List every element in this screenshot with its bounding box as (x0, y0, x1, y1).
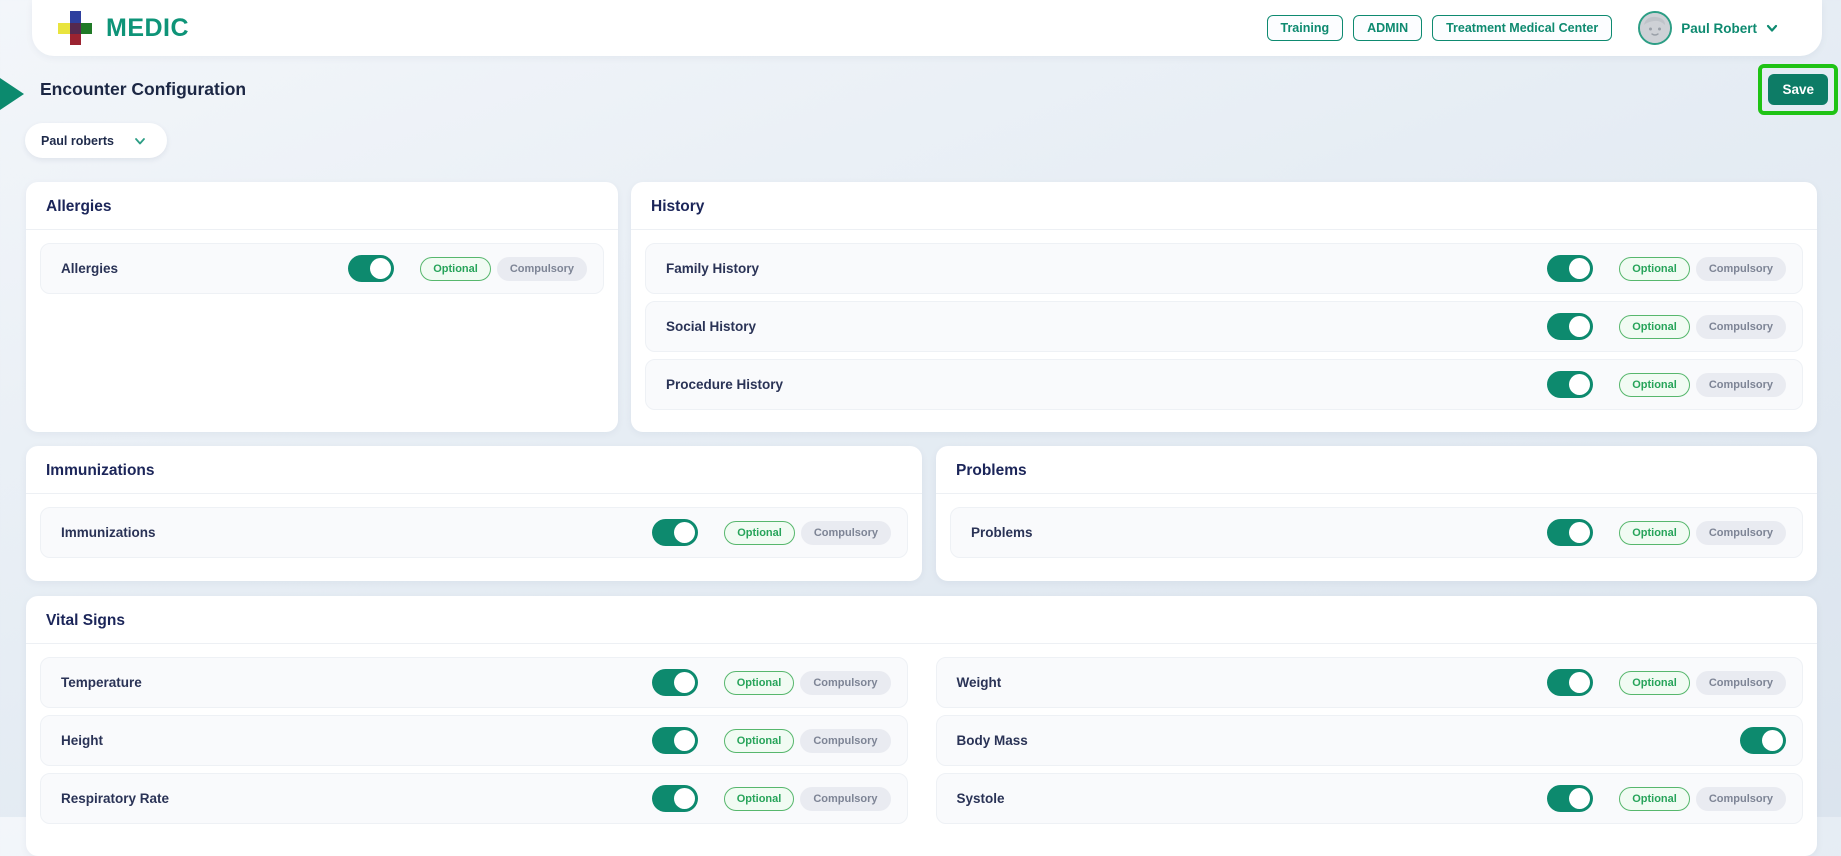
config-row-label: Allergies (61, 261, 119, 276)
optional-badge[interactable]: Optional (1619, 670, 1690, 695)
brand[interactable]: MEDIC (58, 11, 189, 45)
save-button-highlight-box: Save (1758, 63, 1838, 115)
config-row-label: Weight (956, 675, 1002, 690)
compulsory-badge[interactable]: Compulsory (1695, 786, 1786, 811)
config-row-respiratory-rate: Respiratory Rate Optional Compulsory (40, 773, 908, 824)
config-row-weight: Weight Optional Compulsory (935, 657, 1803, 708)
config-row-immunizations: Immunizations Optional Compulsory (40, 507, 908, 558)
immunizations-card-title: Immunizations (46, 462, 155, 479)
compulsory-badge[interactable]: Compulsory (496, 256, 587, 281)
toggle-switch[interactable] (348, 255, 395, 282)
config-row-label: Systole (956, 791, 1005, 806)
toggle-switch[interactable] (1547, 313, 1594, 340)
config-row-label: Social History (666, 319, 757, 334)
top-header: MEDIC Training ADMIN Treatment Medical C… (32, 0, 1822, 56)
config-row-height: Height Optional Compulsory (40, 715, 908, 766)
immunizations-card: Immunizations Immunizations Optional Com… (26, 446, 922, 581)
treatment-medical-center-button[interactable]: Treatment Medical Center (1432, 15, 1613, 41)
config-row-body-mass: Body Mass (935, 715, 1803, 766)
page-arrow-marker-icon (0, 78, 24, 110)
provider-dropdown-value: Paul roberts (41, 133, 114, 148)
config-row-label: Respiratory Rate (61, 791, 170, 806)
user-menu[interactable]: Paul Robert (1638, 11, 1778, 45)
app-logo-text: MEDIC (106, 13, 190, 42)
optional-badge[interactable]: Optional (420, 256, 491, 281)
compulsory-badge[interactable]: Compulsory (1695, 372, 1786, 397)
toggle-switch[interactable] (1547, 519, 1594, 546)
admin-button[interactable]: ADMIN (1353, 15, 1423, 41)
config-row-label: Height (61, 733, 103, 748)
config-row-label: Temperature (61, 675, 142, 690)
compulsory-badge[interactable]: Compulsory (1695, 314, 1786, 339)
allergies-card: Allergies Allergies Optional Compulsory (26, 182, 618, 432)
config-row-allergies: Allergies Optional Compulsory (40, 243, 604, 294)
optional-badge[interactable]: Optional (1619, 256, 1690, 281)
config-row-temperature: Temperature Optional Compulsory (40, 657, 908, 708)
chevron-down-icon (1766, 24, 1778, 32)
optional-badge[interactable]: Optional (723, 728, 795, 753)
optional-badge[interactable]: Optional (723, 670, 795, 695)
vital-signs-card: Vital Signs Temperature Optional Compuls… (26, 596, 1817, 856)
avatar (1638, 11, 1673, 45)
toggle-switch[interactable] (651, 727, 698, 754)
training-button[interactable]: Training (1266, 15, 1344, 41)
config-row-procedure-history: Procedure History Optional Compulsory (645, 359, 1803, 410)
toggle-switch[interactable] (652, 519, 699, 546)
config-row-label: Procedure History (666, 377, 784, 392)
compulsory-badge[interactable]: Compulsory (800, 728, 891, 753)
optional-badge[interactable]: Optional (1619, 372, 1690, 397)
history-card-title: History (651, 198, 705, 215)
problems-card: Problems Problems Optional Compulsory (936, 446, 1817, 581)
optional-badge[interactable]: Optional (1619, 520, 1690, 545)
toggle-switch[interactable] (1547, 371, 1594, 398)
toggle-switch[interactable] (1547, 255, 1594, 282)
config-row-systole: Systole Optional Compulsory (935, 773, 1803, 824)
page-title: Encounter Configuration (40, 78, 247, 99)
compulsory-badge[interactable]: Compulsory (1695, 520, 1786, 545)
optional-badge[interactable]: Optional (724, 520, 795, 545)
toggle-switch[interactable] (651, 669, 698, 696)
toggle-switch[interactable] (651, 785, 698, 812)
chevron-down-icon (135, 137, 145, 144)
config-row-family-history: Family History Optional Compulsory (645, 243, 1803, 294)
history-card: History Family History Optional Compulso… (631, 182, 1817, 432)
optional-badge[interactable]: Optional (723, 786, 795, 811)
compulsory-badge[interactable]: Compulsory (800, 670, 891, 695)
compulsory-badge[interactable]: Compulsory (1695, 670, 1786, 695)
save-button[interactable]: Save (1768, 73, 1828, 105)
config-row-label: Family History (666, 261, 760, 276)
medic-cross-logo-icon (58, 11, 92, 45)
config-row-label: Body Mass (956, 733, 1028, 748)
config-row-problems: Problems Optional Compulsory (950, 507, 1803, 558)
problems-card-title: Problems (956, 462, 1027, 479)
compulsory-badge[interactable]: Compulsory (800, 786, 891, 811)
provider-dropdown[interactable]: Paul roberts (25, 123, 167, 158)
compulsory-badge[interactable]: Compulsory (800, 520, 891, 545)
compulsory-badge[interactable]: Compulsory (1695, 256, 1786, 281)
config-row-social-history: Social History Optional Compulsory (645, 301, 1803, 352)
optional-badge[interactable]: Optional (1619, 314, 1690, 339)
user-name: Paul Robert (1681, 20, 1757, 36)
allergies-card-title: Allergies (46, 198, 112, 215)
vital-signs-card-title: Vital Signs (46, 612, 125, 629)
config-row-label: Problems (971, 525, 1033, 540)
toggle-switch[interactable] (1547, 785, 1594, 812)
toggle-switch[interactable] (1547, 669, 1594, 696)
optional-badge[interactable]: Optional (1619, 786, 1690, 811)
toggle-switch[interactable] (1740, 727, 1786, 754)
config-row-label: Immunizations (61, 525, 156, 540)
